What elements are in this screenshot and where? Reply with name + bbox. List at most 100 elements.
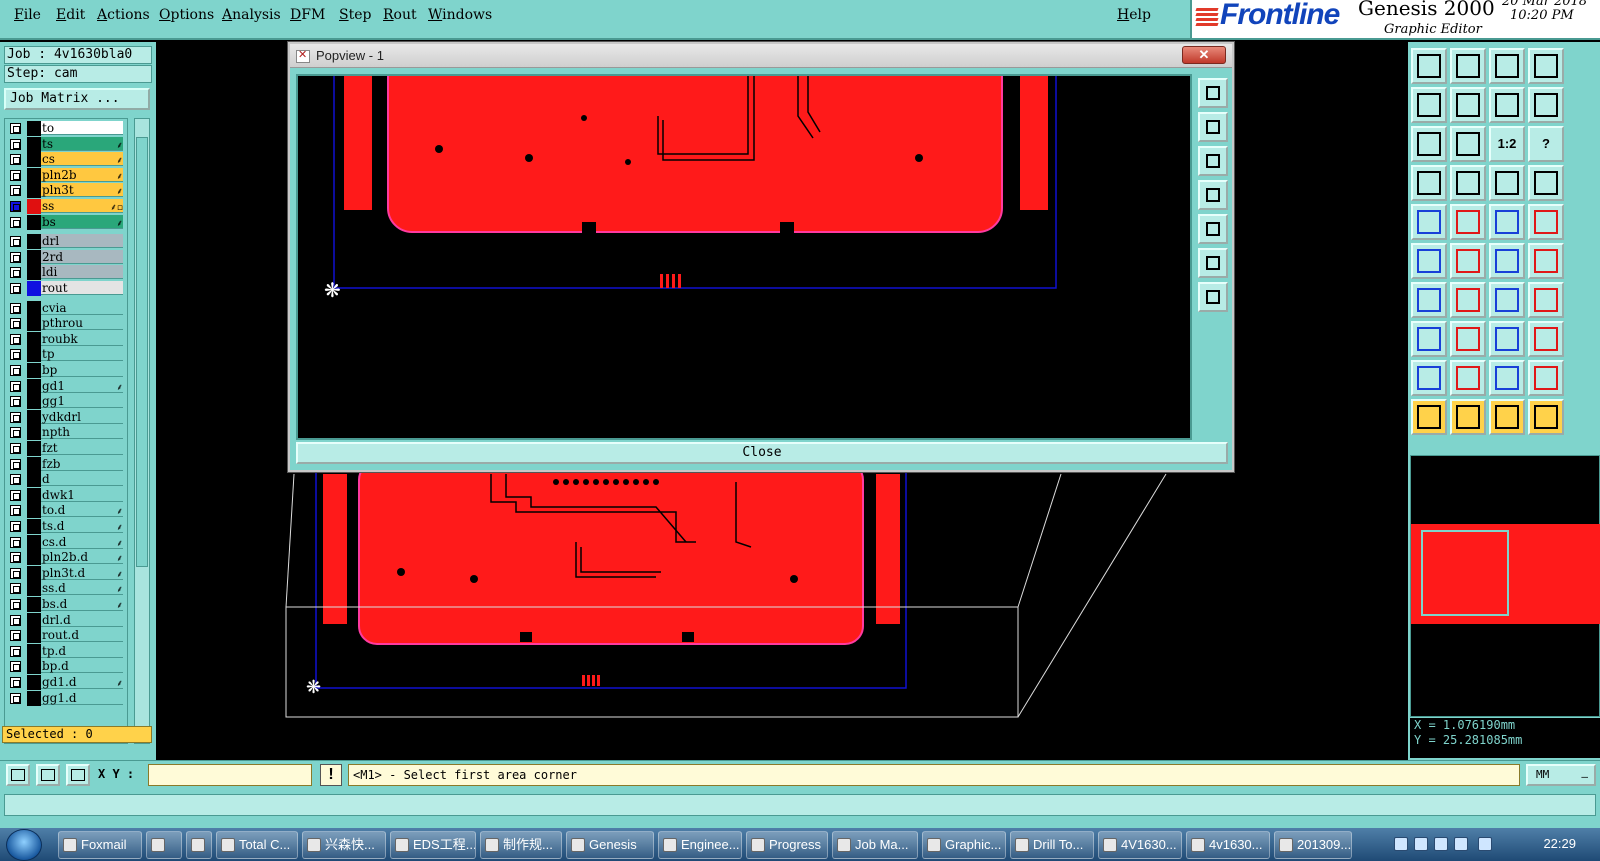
layer-color-swatch[interactable] [27,347,41,363]
layer-name[interactable]: bs [41,214,123,229]
taskbar-item[interactable]: Graphic... [922,831,1006,859]
home-view-icon[interactable] [1489,48,1525,84]
layer-display-checkbox[interactable] [10,333,21,345]
layer-name[interactable]: pln2b [41,167,123,182]
taskbar-item[interactable]: 4v1630... [1186,831,1270,859]
layer-name[interactable]: rout [41,281,123,295]
layer-display-checkbox[interactable] [10,283,21,294]
layer-row[interactable]: tp.d [5,643,127,659]
layer-display-checkbox[interactable] [10,692,21,704]
layer-row[interactable]: pln2b ⸙ [5,167,127,183]
measure-mode-icon[interactable] [36,764,60,786]
layer-name[interactable]: fzt [41,441,123,455]
layer-color-swatch[interactable] [27,456,41,472]
settings-icon[interactable] [1411,165,1447,201]
layer-row[interactable]: ss ⸙▫ [5,199,127,214]
layer-row[interactable]: gd1 ⸙ [5,378,127,394]
layer-color-swatch[interactable] [27,316,41,332]
layer-display-checkbox[interactable] [10,365,21,376]
layer-display-checkbox[interactable] [10,216,21,228]
layer-display-checkbox[interactable] [10,661,21,673]
layer-color-swatch[interactable] [27,487,41,503]
taskbar-clock[interactable]: 22:29 [1543,836,1576,851]
layer-name[interactable]: ts.d [41,519,123,533]
layer-display-checkbox[interactable] [10,138,21,150]
layer-color-swatch[interactable] [27,581,41,597]
mark-a-red-icon[interactable] [1450,360,1486,396]
layer-color-swatch[interactable] [27,503,41,519]
layer-name[interactable]: to [41,121,123,135]
grid-icon[interactable] [1450,165,1486,201]
layer-name[interactable]: pln3t [41,183,123,198]
layer-display-checkbox[interactable] [10,380,21,392]
layer-name[interactable]: to.d [41,503,123,518]
layer-row[interactable]: gd1.d ⸙ [5,675,127,690]
layer-color-swatch[interactable] [27,409,41,425]
layer-display-checkbox[interactable] [10,552,21,564]
layer-color-swatch[interactable] [27,612,41,628]
layer-row[interactable]: pln2b.d ⸙ [5,550,127,566]
layer-row[interactable]: drl [5,234,127,250]
layer-row[interactable]: ldi [5,265,127,281]
zoom-home-icon[interactable] [1411,48,1447,84]
layer-display-checkbox[interactable] [10,251,21,263]
unit-selector[interactable]: MM — [1526,764,1596,786]
slash-icon[interactable] [1450,282,1486,318]
zoom-window-icon[interactable] [1528,48,1564,84]
split-icon[interactable] [1450,321,1486,357]
layer-row[interactable]: npth [5,425,127,441]
layer-color-swatch[interactable] [27,265,41,281]
layer-display-checkbox[interactable] [10,427,21,439]
layer-row[interactable]: ydkdrl [5,409,127,425]
layer-name[interactable]: gg1.d [41,690,123,705]
layer-color-swatch[interactable] [27,331,41,347]
layer-color-swatch[interactable] [27,519,41,534]
layer-display-checkbox[interactable] [10,169,21,181]
layer-row[interactable]: cs.d ⸙ [5,534,127,550]
mark-a-blue-icon[interactable] [1489,360,1525,396]
taskbar-item[interactable]: Job Ma... [832,831,918,859]
stretch-icon[interactable] [1489,321,1525,357]
popview-pan-up-icon[interactable] [1198,112,1228,142]
layer-color-swatch[interactable] [27,675,41,690]
popview-pan-left-icon[interactable] [1198,180,1228,210]
layer-color-swatch[interactable] [27,534,41,550]
layer-color-swatch[interactable] [27,183,41,199]
layer-name[interactable]: tp [41,347,123,362]
scale-1-2-icon[interactable]: 1:2 [1489,126,1525,162]
taskbar-item[interactable] [146,831,182,859]
zoom-fit-icon[interactable] [1450,48,1486,84]
layer-row[interactable]: d [5,472,127,488]
select-pointer-icon[interactable] [1411,399,1447,435]
menu-file[interactable]: File [14,7,41,23]
cross-icon[interactable] [1450,243,1486,279]
layer-name[interactable]: bp [41,363,123,377]
layer-row[interactable]: tp [5,347,127,363]
layer-name[interactable]: ss.d [41,581,123,596]
layer-row[interactable]: drl.d [5,612,127,628]
layer-row[interactable]: ts.d ⸙ [5,519,127,534]
pan-right-icon[interactable] [1450,87,1486,123]
menu-help[interactable]: Help [1117,7,1151,23]
layer-color-swatch[interactable] [27,394,41,410]
layer-color-swatch[interactable] [27,565,41,581]
layer-display-checkbox[interactable] [10,201,21,212]
connect-icon[interactable] [1411,243,1447,279]
taskbar-item[interactable]: Foxmail [58,831,142,859]
xy-input[interactable] [148,764,312,786]
snap-icon[interactable] [1528,87,1564,123]
layer-display-checkbox[interactable] [10,599,21,610]
menu-rout[interactable]: Rout [383,7,417,23]
taskbar-item[interactable]: 201309... [1274,831,1352,859]
layer-display-checkbox[interactable] [10,443,21,454]
network-icon[interactable] [1478,837,1492,851]
layer-display-checkbox[interactable] [10,645,21,657]
menu-windows[interactable]: Windows [428,7,492,23]
layer-row[interactable]: cvia [5,300,127,316]
layer-row[interactable]: to.d ⸙ [5,503,127,519]
job-matrix-button[interactable]: Job Matrix ... [4,88,150,110]
layer-name[interactable]: drl.d [41,612,123,627]
layer-display-checkbox[interactable] [10,536,21,548]
layer-name[interactable]: bs.d [41,597,123,611]
layer-name[interactable]: rout.d [41,628,123,643]
